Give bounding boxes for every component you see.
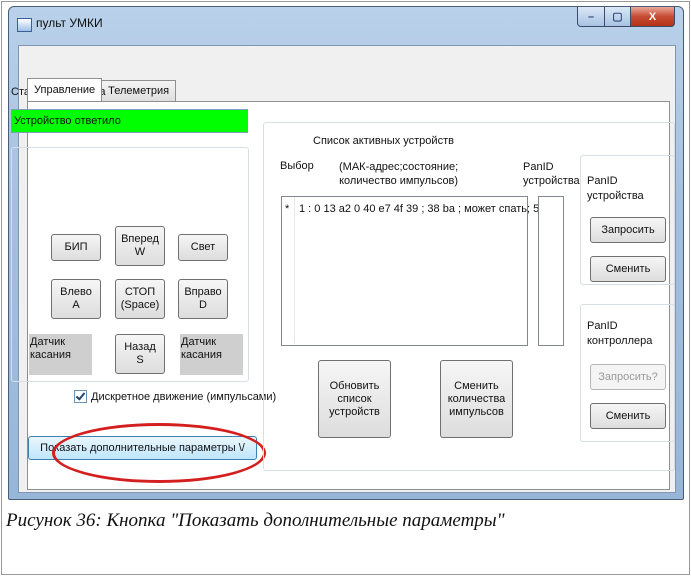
panid-controller-change-button[interactable]: Сменить [590, 403, 666, 429]
tab-control[interactable]: Управление [27, 78, 103, 101]
device-list[interactable]: * 1 : 0 13 a2 0 40 e7 4f 39 ; 38 ba ; мо… [281, 196, 551, 346]
panid-controller-request-button: Запросить? [590, 364, 666, 390]
status-value: Устройство ответило [14, 115, 121, 127]
column-select: Выбор [280, 160, 314, 172]
column-address: (МАК-адрес;состояние; количество импульс… [339, 161, 459, 187]
change-pulses-button[interactable]: Сменить количества импульсов [440, 360, 513, 438]
app-icon [17, 18, 32, 32]
checkbox-checked-icon[interactable] [74, 390, 87, 403]
highlight-ellipse [52, 423, 266, 483]
title-bar[interactable]: пульт УМКИ – ▢ X [9, 7, 683, 45]
minimize-button[interactable]: – [577, 7, 605, 27]
list-item[interactable]: * 1 : 0 13 a2 0 40 e7 4f 39 ; 38 ba ; мо… [282, 203, 551, 217]
list-item-text: 1 : 0 13 a2 0 40 e7 4f 39 ; 38 ba ; може… [299, 203, 552, 215]
panid-controller-label: PanID контроллера [587, 320, 653, 347]
touch-sensor-left: Датчик касания [29, 334, 92, 375]
discrete-movement-checkbox[interactable]: Дискретное движение (импульсами) [74, 390, 276, 403]
tab-telemetry[interactable]: Телеметрия [101, 80, 177, 101]
list-item-marker: * [285, 203, 290, 215]
beep-button[interactable]: БИП [51, 234, 101, 261]
window-title: пульт УМКИ [36, 16, 103, 30]
window-controls: – ▢ X [577, 7, 675, 27]
panid-device-label: PanID устройства [587, 175, 644, 202]
close-button[interactable]: X [631, 7, 675, 27]
column-panid: PanID устройства [523, 161, 580, 187]
stop-button[interactable]: СТОП (Space) [115, 279, 165, 319]
devices-title: Список активных устройств [313, 135, 454, 147]
list-divider [294, 197, 295, 343]
touch-sensor-right: Датчик касания [180, 334, 243, 375]
figure-caption: Рисунок 36: Кнопка "Показать дополнитель… [6, 510, 505, 531]
forward-button[interactable]: Вперед W [115, 226, 165, 266]
panid-device-change-button[interactable]: Сменить [590, 256, 666, 282]
panid-list[interactable] [538, 196, 564, 346]
light-button[interactable]: Свет [178, 234, 228, 261]
status-field: Устройство ответило [11, 109, 248, 133]
right-button[interactable]: Вправо D [178, 279, 228, 319]
discrete-movement-label: Дискретное движение (импульсами) [91, 390, 277, 403]
refresh-devices-button[interactable]: Обновить список устройств [318, 360, 391, 438]
panid-device-request-button[interactable]: Запросить [590, 217, 666, 243]
left-button[interactable]: Влево A [51, 279, 101, 319]
maximize-button[interactable]: ▢ [605, 7, 631, 27]
back-button[interactable]: Назад S [115, 334, 165, 374]
tab-strip: Управление Телеметрия [27, 78, 177, 102]
